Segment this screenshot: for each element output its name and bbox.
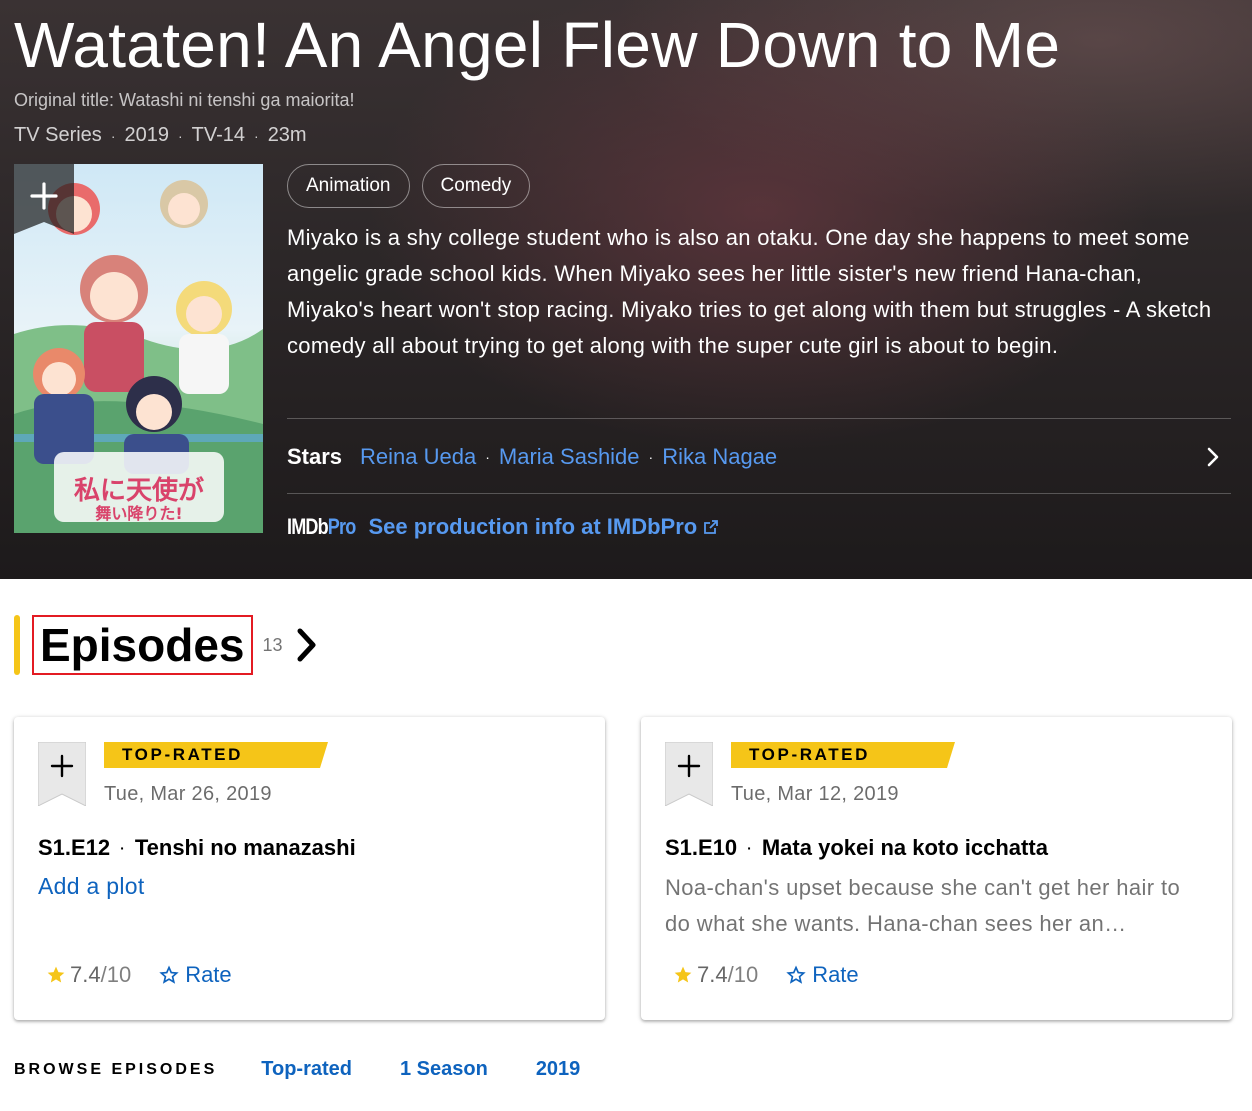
episodes-title[interactable]: Episodes	[32, 615, 253, 675]
episode-title[interactable]: S1.E10 · Mata yokei na koto icchatta	[665, 835, 1048, 861]
star-outline-icon	[786, 965, 806, 984]
episode-date: Tue, Mar 26, 2019	[104, 783, 272, 805]
rating-value: 7.4	[70, 962, 101, 987]
episode-card[interactable]: TOP-RATED Tue, Mar 12, 2019 S1.E10 · Mat…	[641, 717, 1232, 1020]
imdbpro-logo: IMDbPro	[287, 514, 356, 539]
star-icon	[47, 966, 65, 983]
meta-certificate[interactable]: TV-14	[192, 124, 245, 147]
episodes-header[interactable]: Episodes 13	[14, 615, 319, 675]
add-to-watchlist-ribbon[interactable]	[665, 742, 713, 806]
genre-chip-comedy[interactable]: Comedy	[421, 164, 531, 208]
imdbpro-row[interactable]: IMDbPro See production info at IMDbPro	[287, 510, 719, 544]
meta-separator: ·	[177, 127, 183, 144]
stars-row[interactable]: Stars Reina Ueda · Maria Sashide · Rika …	[287, 438, 1231, 476]
meta-separator: ·	[254, 127, 259, 144]
add-to-watchlist-ribbon[interactable]	[14, 164, 74, 234]
episode-plot: Noa-chan's upset because she can't get h…	[665, 875, 1181, 936]
star-link[interactable]: Rika Nagae	[662, 444, 777, 470]
episodes-count: 13	[262, 634, 283, 655]
plot-summary: Miyako is a shy college student who is a…	[287, 225, 1212, 358]
meta-type: TV Series	[14, 124, 102, 146]
episode-card[interactable]: TOP-RATED Tue, Mar 26, 2019 S1.E12 · Ten…	[14, 717, 605, 1020]
meta-runtime: 23m	[267, 124, 307, 146]
top-rated-badge: TOP-RATED	[749, 745, 870, 764]
browse-link-top-rated[interactable]: Top-rated	[261, 1058, 352, 1081]
stars-separator: ·	[485, 449, 490, 465]
chevron-right-icon[interactable]	[293, 625, 319, 665]
rating-out-of: /10	[100, 962, 132, 987]
star-link[interactable]: Maria Sashide	[499, 444, 640, 470]
divider	[287, 493, 1231, 494]
episode-date: Tue, Mar 12, 2019	[731, 783, 899, 805]
episode-title[interactable]: S1.E12 · Tenshi no manazashi	[38, 835, 356, 861]
divider	[287, 418, 1231, 419]
rating-value: 7.4	[697, 962, 728, 987]
add-to-watchlist-ribbon[interactable]	[38, 742, 86, 806]
rate-button[interactable]: Rate	[786, 962, 859, 988]
stars-separator: ·	[648, 449, 654, 465]
star-outline-icon	[159, 965, 179, 984]
genre-chips: Animation Comedy	[287, 164, 531, 208]
top-rated-badge: TOP-RATED	[122, 745, 243, 764]
poster[interactable]: 私に天使が 舞い降りた!	[14, 164, 263, 533]
add-plot-link[interactable]: Add a plot	[38, 873, 145, 900]
original-title: Original title: Watashi ni tenshi ga mai…	[14, 90, 355, 110]
episode-code[interactable]: S1.E12	[38, 835, 110, 861]
section-accent-bar	[14, 615, 20, 675]
episode-rating: 7.4 /10 Rate	[46, 962, 232, 988]
browse-link-season[interactable]: 1 Season	[400, 1058, 488, 1081]
rating-out-of: /10	[727, 962, 759, 987]
title-hero: Wataten! An Angel Flew Down to Me Origin…	[0, 0, 1252, 579]
star-icon	[674, 966, 692, 983]
episode-name[interactable]: Tenshi no manazashi	[135, 835, 356, 861]
episode-separator: ·	[120, 840, 125, 856]
title-meta: TV Series · 2019 · TV-14 · 23m	[14, 124, 307, 147]
episode-separator: ·	[747, 840, 752, 856]
poster-logo-sub: 舞い降りた!	[95, 504, 182, 523]
genre-chip-animation[interactable]: Animation	[287, 164, 410, 208]
episode-code[interactable]: S1.E10	[665, 835, 737, 861]
imdbpro-link[interactable]: See production info at IMDbPro	[368, 514, 697, 540]
star-link[interactable]: Reina Ueda	[360, 444, 476, 470]
page-title: Wataten! An Angel Flew Down to Me	[14, 9, 1061, 81]
browse-episodes-label: BROWSE EPISODES	[14, 1060, 218, 1078]
external-link-icon	[704, 520, 719, 534]
browse-link-year[interactable]: 2019	[536, 1058, 581, 1081]
stars-label: Stars	[287, 444, 343, 469]
rate-label: Rate	[812, 962, 859, 987]
meta-separator: ·	[110, 127, 116, 144]
episode-rating: 7.4 /10 Rate	[673, 962, 859, 988]
episode-name[interactable]: Mata yokei na koto icchatta	[762, 835, 1048, 861]
poster-logo: 私に天使が	[74, 475, 204, 506]
rate-label: Rate	[185, 962, 232, 987]
browse-episodes: BROWSE EPISODES Top-rated 1 Season 2019	[14, 1058, 628, 1081]
meta-year[interactable]: 2019	[124, 124, 169, 147]
rate-button[interactable]: Rate	[159, 962, 232, 988]
chevron-right-icon[interactable]	[1203, 444, 1223, 470]
